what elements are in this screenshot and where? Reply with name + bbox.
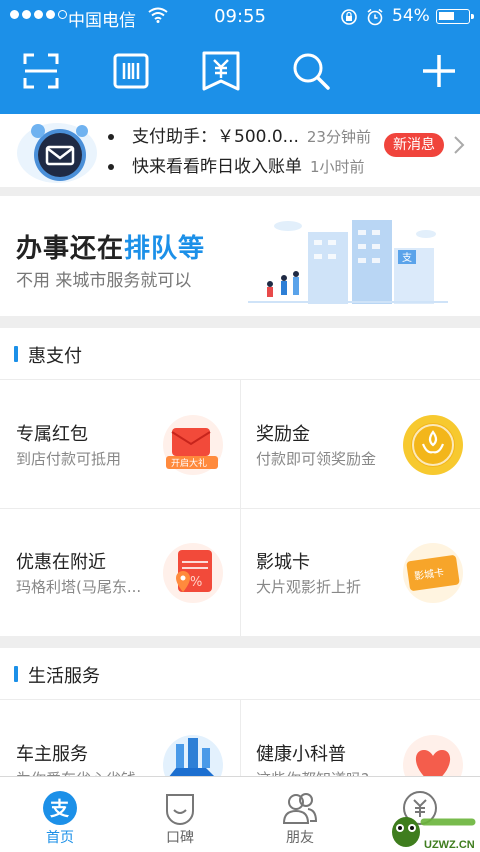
banner-subtitle: 不用 来城市服务就可以 [16,271,192,291]
svg-text:开启大礼: 开启大礼 [171,457,207,469]
gold-coin-icon [403,415,463,475]
card-title: 健康小科普 [256,744,346,765]
grid-divider [0,508,480,509]
svg-text:支: 支 [402,252,412,264]
svg-text:支: 支 [49,798,70,820]
grid-divider [240,700,241,776]
card-title: 影城卡 [256,552,310,573]
city-service-banner[interactable]: 办事还在排队等 不用 来城市服务就可以 支 [0,196,480,316]
city-buildings-illustration: 支 [248,220,448,304]
section-title: 生活服务 [28,666,100,687]
notification-time: 23分钟前 [306,128,371,146]
search-icon [293,53,330,90]
notification-text: 支付助手：￥500.0... [132,127,299,147]
toolbar [0,46,480,98]
svg-text:%: % [190,575,202,590]
alipay-home-icon: 支 [43,791,77,825]
notification-item: 快来看看昨日收入账单 1小时前 [108,152,365,177]
cinema-card-icon: 影城卡 [403,543,463,603]
card-exclusive-red-envelope[interactable]: 专属红包 到店付款可抵用 开启大礼 [0,380,240,508]
card-title: 专属红包 [16,424,88,445]
section-header: 生活服务 [0,648,480,700]
tab-label: 首页 [46,830,74,846]
red-envelope-icon: 开启大礼 [163,415,223,475]
search-button[interactable] [286,46,336,96]
add-icon [423,55,455,87]
banner-title: 办事还在排队等 [16,234,206,264]
card-title: 奖励金 [256,424,310,445]
rotation-lock-icon [341,9,357,25]
scan-icon [23,53,59,89]
card-nearby-discount[interactable]: 优惠在附近 玛格利塔(马尾东... % [0,508,240,636]
scan-button[interactable] [16,46,66,96]
tab-label: 朋友 [286,830,314,846]
card-cinema[interactable]: 影城卡 大片观影折上折 影城卡 [240,508,480,636]
notification-time: 1小时前 [310,158,365,176]
chevron-right-icon[interactable] [452,134,466,156]
barcode-pay-icon [113,53,149,89]
koubei-icon [166,794,194,825]
status-bar: 中国电信 09:55 54% [0,0,480,34]
card-title: 车主服务 [16,744,88,765]
battery-icon [436,9,474,24]
card-subtitle: 到店付款可抵用 [16,450,122,468]
header: 中国电信 09:55 54% [0,0,480,114]
coupon-icon: % [163,543,223,603]
card-subtitle: 付款即可领奖励金 [256,450,377,468]
battery-percent: 54% [392,6,430,26]
card-title: 优惠在附近 [16,552,106,573]
collect-money-button[interactable] [196,46,246,96]
site-watermark-logo: UZWZ.CN [392,817,476,851]
assistant-robot-icon [17,123,97,183]
alarm-icon [367,8,383,26]
tab-koubei[interactable]: 口碑 [120,777,240,852]
card-reward-gold[interactable]: 奖励金 付款即可领奖励金 [240,380,480,508]
card-subtitle: 大片观影折上折 [256,578,362,596]
friends-icon [282,793,318,824]
svg-text:UZWZ.CN: UZWZ.CN [424,839,475,851]
tab-label: 口碑 [166,830,194,846]
collect-money-icon [202,51,240,91]
section-header: 惠支付 [0,328,480,380]
new-message-badge[interactable]: 新消息 [384,133,444,157]
card-subtitle: 玛格利塔(马尾东... [16,578,142,596]
add-button[interactable] [414,46,464,96]
section-title: 惠支付 [28,346,82,367]
tab-friends[interactable]: 朋友 [240,777,360,852]
notification-text: 快来看看昨日收入账单 [132,157,302,177]
notification-item: 支付助手：￥500.0... 23分钟前 [108,122,371,147]
barcode-pay-button[interactable] [106,46,156,96]
tab-home[interactable]: 支 首页 [0,777,120,852]
